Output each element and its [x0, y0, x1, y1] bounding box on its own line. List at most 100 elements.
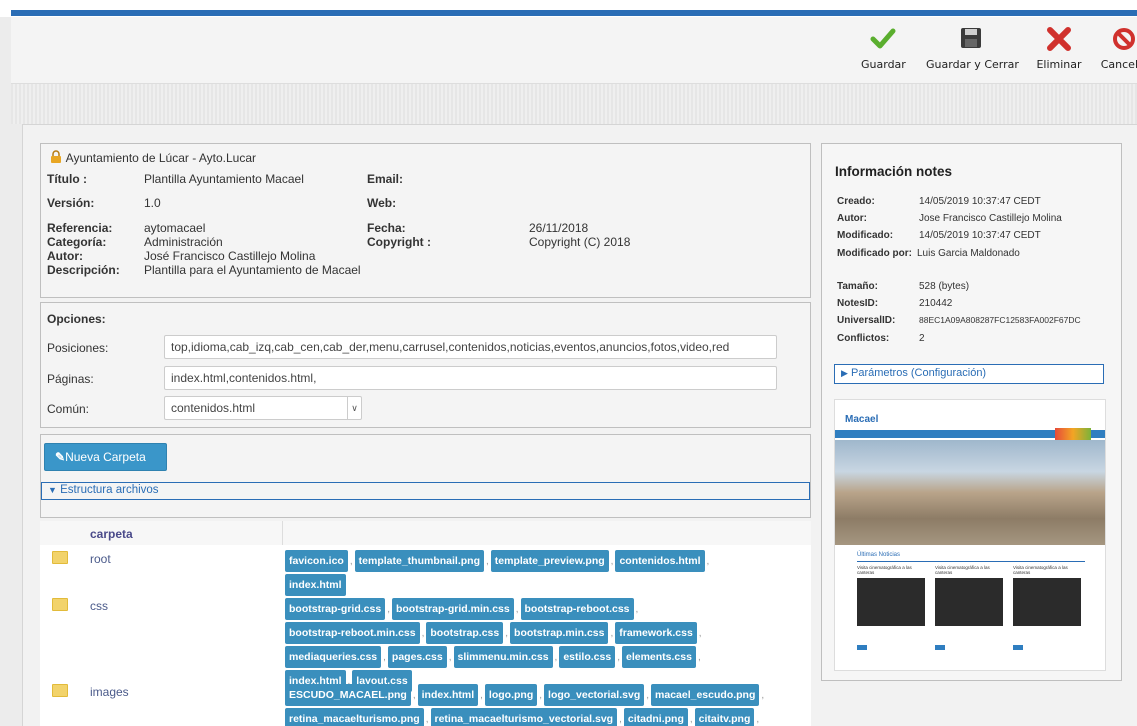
copyright-label: Copyright : [367, 235, 431, 249]
save-label: Guardar [861, 58, 906, 71]
notes-key: Modificado: [837, 230, 894, 241]
copyright-value: Copyright (C) 2018 [529, 235, 631, 249]
new-folder-label: Nueva Carpeta [65, 450, 146, 464]
comun-select[interactable]: contenidos.html ∨ [164, 396, 362, 420]
file-tag[interactable]: bootstrap-reboot.min.css [285, 622, 420, 644]
file-tag[interactable]: retina_macaelturismo.png [285, 708, 424, 726]
posiciones-label: Posiciones: [47, 341, 109, 355]
notes-key: Creado: [837, 196, 875, 207]
file-tag[interactable]: template_thumbnail.png [354, 550, 484, 572]
preview-hero-image [835, 440, 1105, 545]
preview-caption-1: Visita cinematográfica a las canteras [857, 565, 912, 575]
email-label: Email: [367, 172, 404, 186]
file-tag[interactable]: contenidos.html [615, 550, 705, 572]
notes-row-autor: Autor: Jose Francisco Castillejo Molina [837, 213, 1062, 224]
lock-icon [51, 150, 61, 163]
accent-line [11, 10, 1137, 16]
folder-css[interactable]: css [90, 599, 108, 613]
file-tag[interactable]: favicon.ico [285, 550, 348, 572]
preview-caption-2: Visita cinematográfica a las canteras [935, 565, 990, 575]
cancel-button[interactable]: Cancelar [1100, 25, 1137, 71]
css-files: bootstrap-grid.css, bootstrap-grid.min.cs… [285, 597, 805, 693]
file-tag[interactable]: slimmenu.min.css [453, 646, 553, 668]
file-tag[interactable]: pages.css [387, 646, 447, 668]
paginas-input[interactable]: index.html,contenidos.html, [164, 366, 777, 390]
file-tag[interactable]: citadni.png [623, 708, 688, 726]
file-tag[interactable]: ESCUDO_MACAEL.png [285, 684, 411, 706]
file-tag[interactable]: index.html [285, 574, 346, 596]
autor-label: Autor: [47, 249, 83, 263]
file-tag[interactable]: bootstrap-grid.css [285, 598, 386, 620]
folder-root[interactable]: root [90, 552, 111, 566]
notes-row-creado: Creado: 14/05/2019 10:37:47 CEDT [837, 196, 1041, 207]
delete-label: Eliminar [1036, 58, 1082, 71]
cancel-label: Cancelar [1100, 58, 1137, 71]
version-label: Versión: [47, 196, 95, 210]
params-section-header[interactable]: ▶ Parámetros (Configuración) [834, 364, 1104, 384]
header-divider [282, 521, 283, 545]
notes-value: 88EC1A09A808287FC12583FA002F67DC [919, 315, 1081, 325]
preview-news-image [1013, 578, 1081, 626]
preview-news-image [935, 578, 1003, 626]
file-tag[interactable]: template_preview.png [490, 550, 609, 572]
file-tag[interactable]: citaitv.png [694, 708, 755, 726]
notes-key: Autor: [837, 213, 867, 224]
images-files: ESCUDO_MACAEL.png, index.html, logo.png, lo… [285, 683, 805, 726]
notes-panel: Información notes Creado: 14/05/2019 10:3… [821, 143, 1122, 681]
posiciones-input[interactable]: top,idioma,cab_izq,cab_cen,cab_der,menu,… [164, 335, 777, 359]
autor-value: José Francisco Castillejo Molina [144, 249, 316, 263]
owner-text: Ayuntamiento de Lúcar - Ayto.Lucar [65, 151, 257, 165]
file-tag[interactable]: macael_escudo.png [651, 684, 760, 706]
categoria-value: Administración [144, 235, 223, 249]
options-box: Opciones: Posiciones: top,idioma,cab_izq… [40, 302, 811, 428]
file-tag[interactable]: logo.png [484, 684, 538, 706]
notes-row-notesid: NotesID: 210442 [837, 298, 952, 309]
referencia-label: Referencia: [47, 221, 113, 235]
notes-row-modificado: Modificado: 14/05/2019 10:37:47 CEDT [837, 230, 1041, 241]
folder-panel: ✎Nueva Carpeta ▼ Estructura archivos [40, 434, 811, 518]
preview-news-button [935, 645, 945, 650]
notes-title: Información notes [835, 164, 953, 179]
file-tag[interactable]: bootstrap-grid.min.css [391, 598, 514, 620]
descripcion-value: Plantilla para el Ayuntamiento de Macael [144, 263, 361, 277]
categoria-label: Categoría: [47, 235, 107, 249]
template-preview: Macael Últimas Noticias Visita cinematog… [834, 399, 1106, 671]
folder-icon [52, 684, 68, 697]
root-files: favicon.ico, template_thumbnail.png, templ… [285, 549, 805, 597]
folder-images[interactable]: images [90, 685, 129, 699]
file-tag[interactable]: retina_macaelturismo_vectorial.svg [430, 708, 618, 726]
edit-icon: ✎ [55, 450, 66, 464]
preview-news-image [857, 578, 925, 626]
file-tag[interactable]: estilo.css [559, 646, 616, 668]
notes-value: 210442 [919, 298, 953, 309]
save-close-button[interactable]: Guardar y Cerrar [926, 25, 1019, 71]
save-close-label: Guardar y Cerrar [926, 58, 1019, 71]
top-bar [0, 0, 1137, 17]
caret-right-icon: ▶ [841, 368, 848, 378]
file-tag[interactable]: bootstrap.css [426, 622, 504, 644]
file-tag[interactable]: index.html [417, 684, 479, 706]
file-tag[interactable]: logo_vectorial.svg [544, 684, 645, 706]
carpeta-header: carpeta [90, 527, 133, 541]
file-tag[interactable]: bootstrap.min.css [510, 622, 609, 644]
folder-icon [52, 551, 68, 564]
save-button[interactable]: Guardar [861, 25, 906, 71]
file-tag[interactable]: framework.css [615, 622, 697, 644]
file-tag[interactable]: bootstrap-reboot.css [520, 598, 634, 620]
notes-key: Modificado por: [837, 248, 912, 259]
files-section-header[interactable]: ▼ Estructura archivos [41, 482, 810, 500]
notes-key: UniversalID: [837, 315, 896, 326]
delete-button[interactable]: Eliminar [1035, 25, 1083, 71]
notes-value: Jose Francisco Castillejo Molina [919, 213, 1062, 224]
notes-row-conflictos: Conflictos: 2 [837, 333, 925, 344]
file-tag[interactable]: mediaqueries.css [285, 646, 382, 668]
new-folder-button[interactable]: ✎Nueva Carpeta [44, 443, 167, 471]
preview-news-button [1013, 645, 1023, 650]
toolbar: Guardar Guardar y Cerrar Eliminar Cancel… [11, 17, 1137, 84]
comun-selected: contenidos.html [171, 401, 256, 415]
notes-value: 14/05/2019 10:37:47 CEDT [919, 196, 1041, 207]
preview-logo [1055, 428, 1091, 440]
notes-key: NotesID: [837, 298, 879, 309]
close-x-icon [1047, 27, 1071, 51]
file-tag[interactable]: elements.css [621, 646, 696, 668]
